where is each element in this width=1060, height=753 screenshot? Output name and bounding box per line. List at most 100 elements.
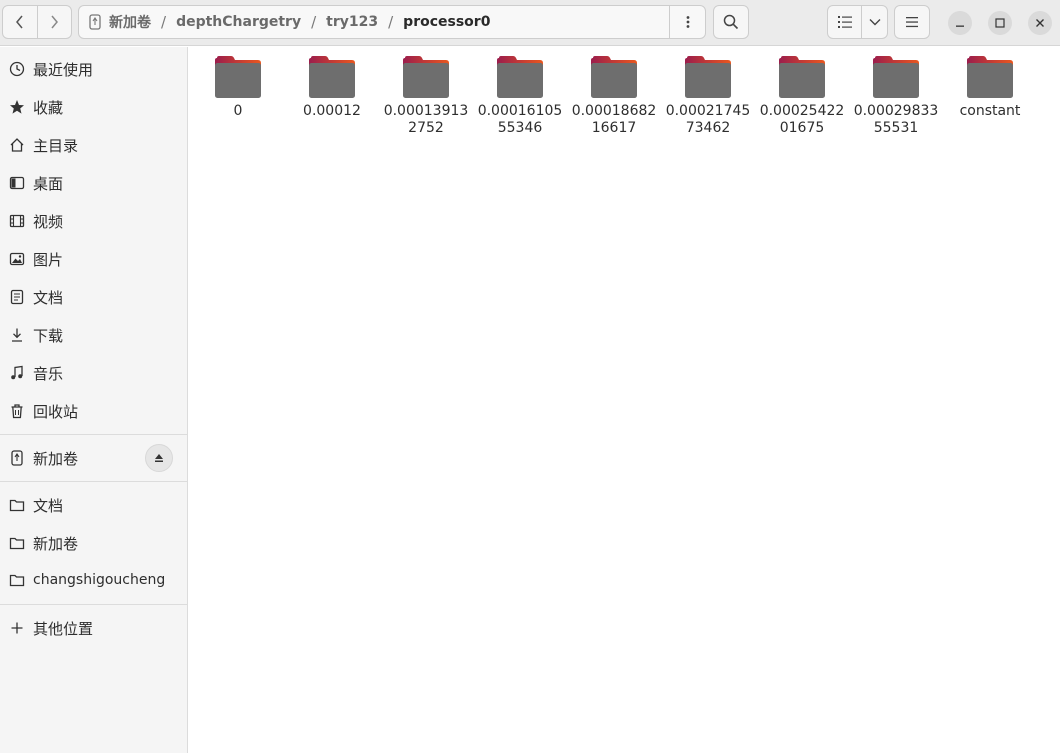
path-bar: 新加卷 / depthChargetry / try123 / processo… xyxy=(78,5,706,39)
search-icon xyxy=(723,14,739,30)
minimize-icon xyxy=(956,25,964,27)
file-name: 0.0002174573462 xyxy=(665,103,751,136)
folder-item[interactable]: constant xyxy=(945,55,1035,143)
navigation-buttons xyxy=(2,5,72,39)
sidebar-item-volume[interactable]: 新加卷 xyxy=(0,440,187,476)
sidebar-item-label: 主目录 xyxy=(33,136,79,155)
file-name: 0.0002542201675 xyxy=(759,103,845,136)
list-view-button[interactable] xyxy=(828,6,861,38)
folder-item[interactable]: 0.00012 xyxy=(287,55,377,143)
file-view: 0 0.00012 0.000139132752 0.0001610555346… xyxy=(189,47,1060,753)
folder-icon xyxy=(497,56,543,98)
video-icon xyxy=(9,213,25,229)
sidebar-item-label: 新加卷 xyxy=(33,534,79,553)
sidebar-bookmark-changshigoucheng[interactable]: changshigoucheng xyxy=(0,562,187,598)
minimize-button[interactable] xyxy=(948,11,972,35)
maximize-button[interactable] xyxy=(988,11,1012,35)
sidebar-item-label: 桌面 xyxy=(33,174,64,193)
breadcrumb-processor0[interactable]: processor0 xyxy=(396,14,497,30)
sidebar-separator xyxy=(0,434,187,435)
folder-item[interactable]: 0.0001868216617 xyxy=(569,55,659,143)
folder-icon xyxy=(779,56,825,98)
sidebar-separator xyxy=(0,604,187,605)
forward-button[interactable] xyxy=(36,6,71,38)
breadcrumb-drive[interactable]: 新加卷 xyxy=(103,12,158,32)
sidebar-item-trash[interactable]: 回收站 xyxy=(0,393,187,429)
folder-item[interactable]: 0 xyxy=(193,55,283,143)
image-icon xyxy=(9,251,25,267)
sidebar-bookmark-volume[interactable]: 新加卷 xyxy=(0,525,187,561)
breadcrumb-try123[interactable]: try123 xyxy=(319,14,385,30)
view-options-button[interactable] xyxy=(861,6,887,38)
folder-item[interactable]: 0.0002983355531 xyxy=(851,55,941,143)
file-name: constant xyxy=(959,103,1021,119)
sidebar-item-music[interactable]: 音乐 xyxy=(0,355,187,391)
close-button[interactable] xyxy=(1028,11,1052,35)
folder-icon xyxy=(215,56,261,98)
usb-drive-icon xyxy=(89,14,103,30)
search-button[interactable] xyxy=(713,5,749,39)
sidebar-item-downloads[interactable]: 下载 xyxy=(0,317,187,353)
sidebar-item-label: 文档 xyxy=(33,288,64,307)
home-icon xyxy=(9,137,25,153)
file-name: 0.000139132752 xyxy=(383,103,469,136)
back-button[interactable] xyxy=(3,6,37,38)
star-icon xyxy=(9,99,25,115)
folder-item[interactable]: 0.0001610555346 xyxy=(475,55,565,143)
trash-icon xyxy=(9,403,25,419)
folder-icon xyxy=(685,56,731,98)
folder-item[interactable]: 0.0002542201675 xyxy=(757,55,847,143)
sidebar-item-label: 新加卷 xyxy=(33,449,79,468)
chevron-right-icon xyxy=(51,15,59,29)
sidebar-item-other-locations[interactable]: 其他位置 xyxy=(0,610,187,646)
folder-icon xyxy=(309,56,355,98)
sidebar-item-home[interactable]: 主目录 xyxy=(0,127,187,163)
sidebar-item-label: 下载 xyxy=(33,326,64,345)
eject-button[interactable] xyxy=(145,444,173,472)
folder-icon xyxy=(591,56,637,98)
sidebar-item-starred[interactable]: 收藏 xyxy=(0,89,187,125)
sidebar-item-label: 回收站 xyxy=(33,402,79,421)
close-icon xyxy=(1036,19,1044,27)
sidebar-item-videos[interactable]: 视频 xyxy=(0,203,187,239)
breadcrumb-separator: / xyxy=(311,13,317,31)
sidebar-item-label: 收藏 xyxy=(33,98,64,117)
folder-icon xyxy=(9,572,25,588)
folder-icon xyxy=(9,535,25,551)
vertical-dots-icon xyxy=(686,16,689,28)
file-name: 0 xyxy=(233,103,243,119)
chevron-down-icon xyxy=(869,19,880,26)
chevron-left-icon xyxy=(16,15,23,29)
folder-icon xyxy=(967,56,1013,98)
folder-item[interactable]: 0.0002174573462 xyxy=(663,55,753,143)
download-icon xyxy=(9,327,25,343)
file-name: 0.00012 xyxy=(303,103,361,119)
main-menu-button[interactable] xyxy=(894,5,930,39)
folder-icon xyxy=(403,56,449,98)
hamburger-menu-icon xyxy=(906,17,918,28)
file-name: 0.0001610555346 xyxy=(477,103,563,136)
breadcrumb-separator: / xyxy=(388,13,394,31)
sidebar-item-label: 其他位置 xyxy=(33,619,94,638)
sidebar-item-documents[interactable]: 文档 xyxy=(0,279,187,315)
sidebar-item-label: 文档 xyxy=(33,496,64,515)
folder-icon xyxy=(873,56,919,98)
folder-item[interactable]: 0.000139132752 xyxy=(381,55,471,143)
path-menu-button[interactable] xyxy=(669,6,705,38)
sidebar-item-desktop[interactable]: 桌面 xyxy=(0,165,187,201)
eject-icon xyxy=(155,454,163,462)
sidebar-item-recent[interactable]: 最近使用 xyxy=(0,51,187,87)
music-icon xyxy=(9,365,25,381)
sidebar-item-label: 视频 xyxy=(33,212,64,231)
sidebar-bookmark-documents[interactable]: 文档 xyxy=(0,487,187,523)
usb-drive-icon xyxy=(9,450,25,466)
breadcrumb-separator: / xyxy=(161,13,167,31)
plus-icon xyxy=(9,620,25,636)
folder-icon xyxy=(9,497,25,513)
breadcrumb-depthchargetry[interactable]: depthChargetry xyxy=(169,14,308,30)
sidebar: 最近使用 收藏 主目录 桌面 视频 图片 文档 下载 音乐 回收站 新加卷 文档… xyxy=(0,47,188,753)
desktop-icon xyxy=(9,175,25,191)
clock-icon xyxy=(9,61,25,77)
maximize-icon xyxy=(995,18,1005,28)
sidebar-item-pictures[interactable]: 图片 xyxy=(0,241,187,277)
